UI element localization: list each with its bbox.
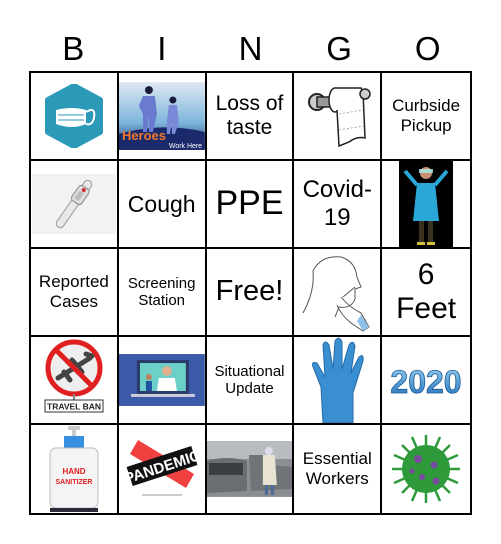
bingo-cell free-space[interactable]: Free! bbox=[206, 249, 295, 337]
svg-text:2020: 2020 bbox=[391, 364, 462, 400]
travel-ban-icon: TRAVEL BAN bbox=[44, 339, 104, 413]
bingo-cell[interactable]: Cough bbox=[118, 161, 207, 249]
hand-sanitizer-icon: HAND SANITIZER bbox=[49, 426, 99, 512]
cell-label: PPE bbox=[215, 184, 284, 223]
bingo-card: Heroes Work Here Loss of taste Curbside … bbox=[29, 71, 472, 515]
svg-text:Heroes: Heroes bbox=[122, 128, 166, 143]
svg-text:SANITIZER: SANITIZER bbox=[55, 479, 92, 486]
cell-label: Reported Cases bbox=[38, 272, 109, 311]
bingo-cell[interactable] bbox=[382, 161, 470, 249]
heroes-work-here-image: Heroes Work Here bbox=[118, 82, 205, 150]
cell-label: Screening Station bbox=[127, 274, 196, 309]
bingo-cell[interactable] bbox=[31, 73, 119, 161]
cell-label: Curbside Pickup bbox=[392, 96, 461, 135]
toilet-paper-icon bbox=[308, 87, 372, 148]
bingo-cell[interactable]: HAND SANITIZER bbox=[31, 425, 119, 513]
coronavirus-icon bbox=[392, 435, 461, 503]
cell-label: Essential Workers bbox=[302, 449, 372, 488]
header-letter-b: B bbox=[62, 30, 85, 67]
health-worker-ppe-icon bbox=[399, 161, 454, 247]
telehealth-icon bbox=[118, 354, 205, 406]
svg-text:TRAVEL BAN: TRAVEL BAN bbox=[47, 402, 101, 412]
year-2020-icon: 2020 bbox=[390, 364, 462, 400]
pandemic-stamp-icon: PANDEMIC bbox=[122, 440, 202, 496]
bingo-cell[interactable]: TRAVEL BAN bbox=[31, 337, 119, 425]
bingo-cell[interactable] bbox=[382, 425, 470, 513]
cell-label: 6 Feet bbox=[396, 257, 457, 326]
bingo-cell[interactable] bbox=[294, 249, 383, 337]
cell-label: Situational Update bbox=[214, 362, 285, 397]
nasal-swab-icon bbox=[302, 256, 370, 332]
bingo-cell[interactable]: PPE bbox=[206, 161, 295, 249]
bingo-cell[interactable]: Loss of taste bbox=[206, 73, 295, 161]
svg-text:HAND: HAND bbox=[62, 467, 85, 476]
bingo-cell[interactable] bbox=[294, 73, 383, 161]
bingo-cell[interactable]: Curbside Pickup bbox=[382, 73, 470, 161]
face-mask-icon bbox=[44, 84, 103, 148]
header-letter-n: N bbox=[238, 30, 263, 67]
thermometer-icon bbox=[31, 174, 116, 234]
bingo-cell[interactable]: 2020 bbox=[382, 337, 470, 425]
bingo-cell[interactable] bbox=[31, 161, 119, 249]
bingo-cell[interactable] bbox=[206, 425, 295, 513]
bingo-cell[interactable] bbox=[118, 337, 207, 425]
blue-glove-icon bbox=[312, 337, 364, 423]
bingo-cell[interactable]: Heroes Work Here bbox=[118, 73, 207, 161]
bingo-cell[interactable] bbox=[294, 337, 383, 425]
bingo-cell[interactable]: Covid-19 bbox=[294, 161, 383, 249]
header-letter-g: G bbox=[326, 30, 352, 67]
cell-label: Covid-19 bbox=[302, 176, 372, 231]
bingo-header: B I N G O bbox=[29, 28, 472, 70]
bingo-cell[interactable]: 6 Feet bbox=[382, 249, 470, 337]
header-letter-o: O bbox=[414, 30, 441, 67]
drive-through-testing-photo bbox=[206, 441, 293, 497]
cell-label: Cough bbox=[127, 190, 196, 217]
bingo-cell[interactable]: PANDEMIC bbox=[119, 425, 207, 513]
bingo-cell[interactable]: Screening Station bbox=[118, 249, 207, 337]
free-space-label: Free! bbox=[215, 275, 284, 308]
bingo-cell[interactable]: Situational Update bbox=[206, 337, 295, 425]
bingo-cell[interactable]: Essential Workers bbox=[294, 425, 383, 513]
cell-label: Loss of taste bbox=[215, 91, 284, 139]
svg-text:Work Here: Work Here bbox=[169, 143, 202, 150]
header-letter-i: I bbox=[157, 30, 167, 67]
bingo-cell[interactable]: Reported Cases bbox=[31, 249, 119, 337]
